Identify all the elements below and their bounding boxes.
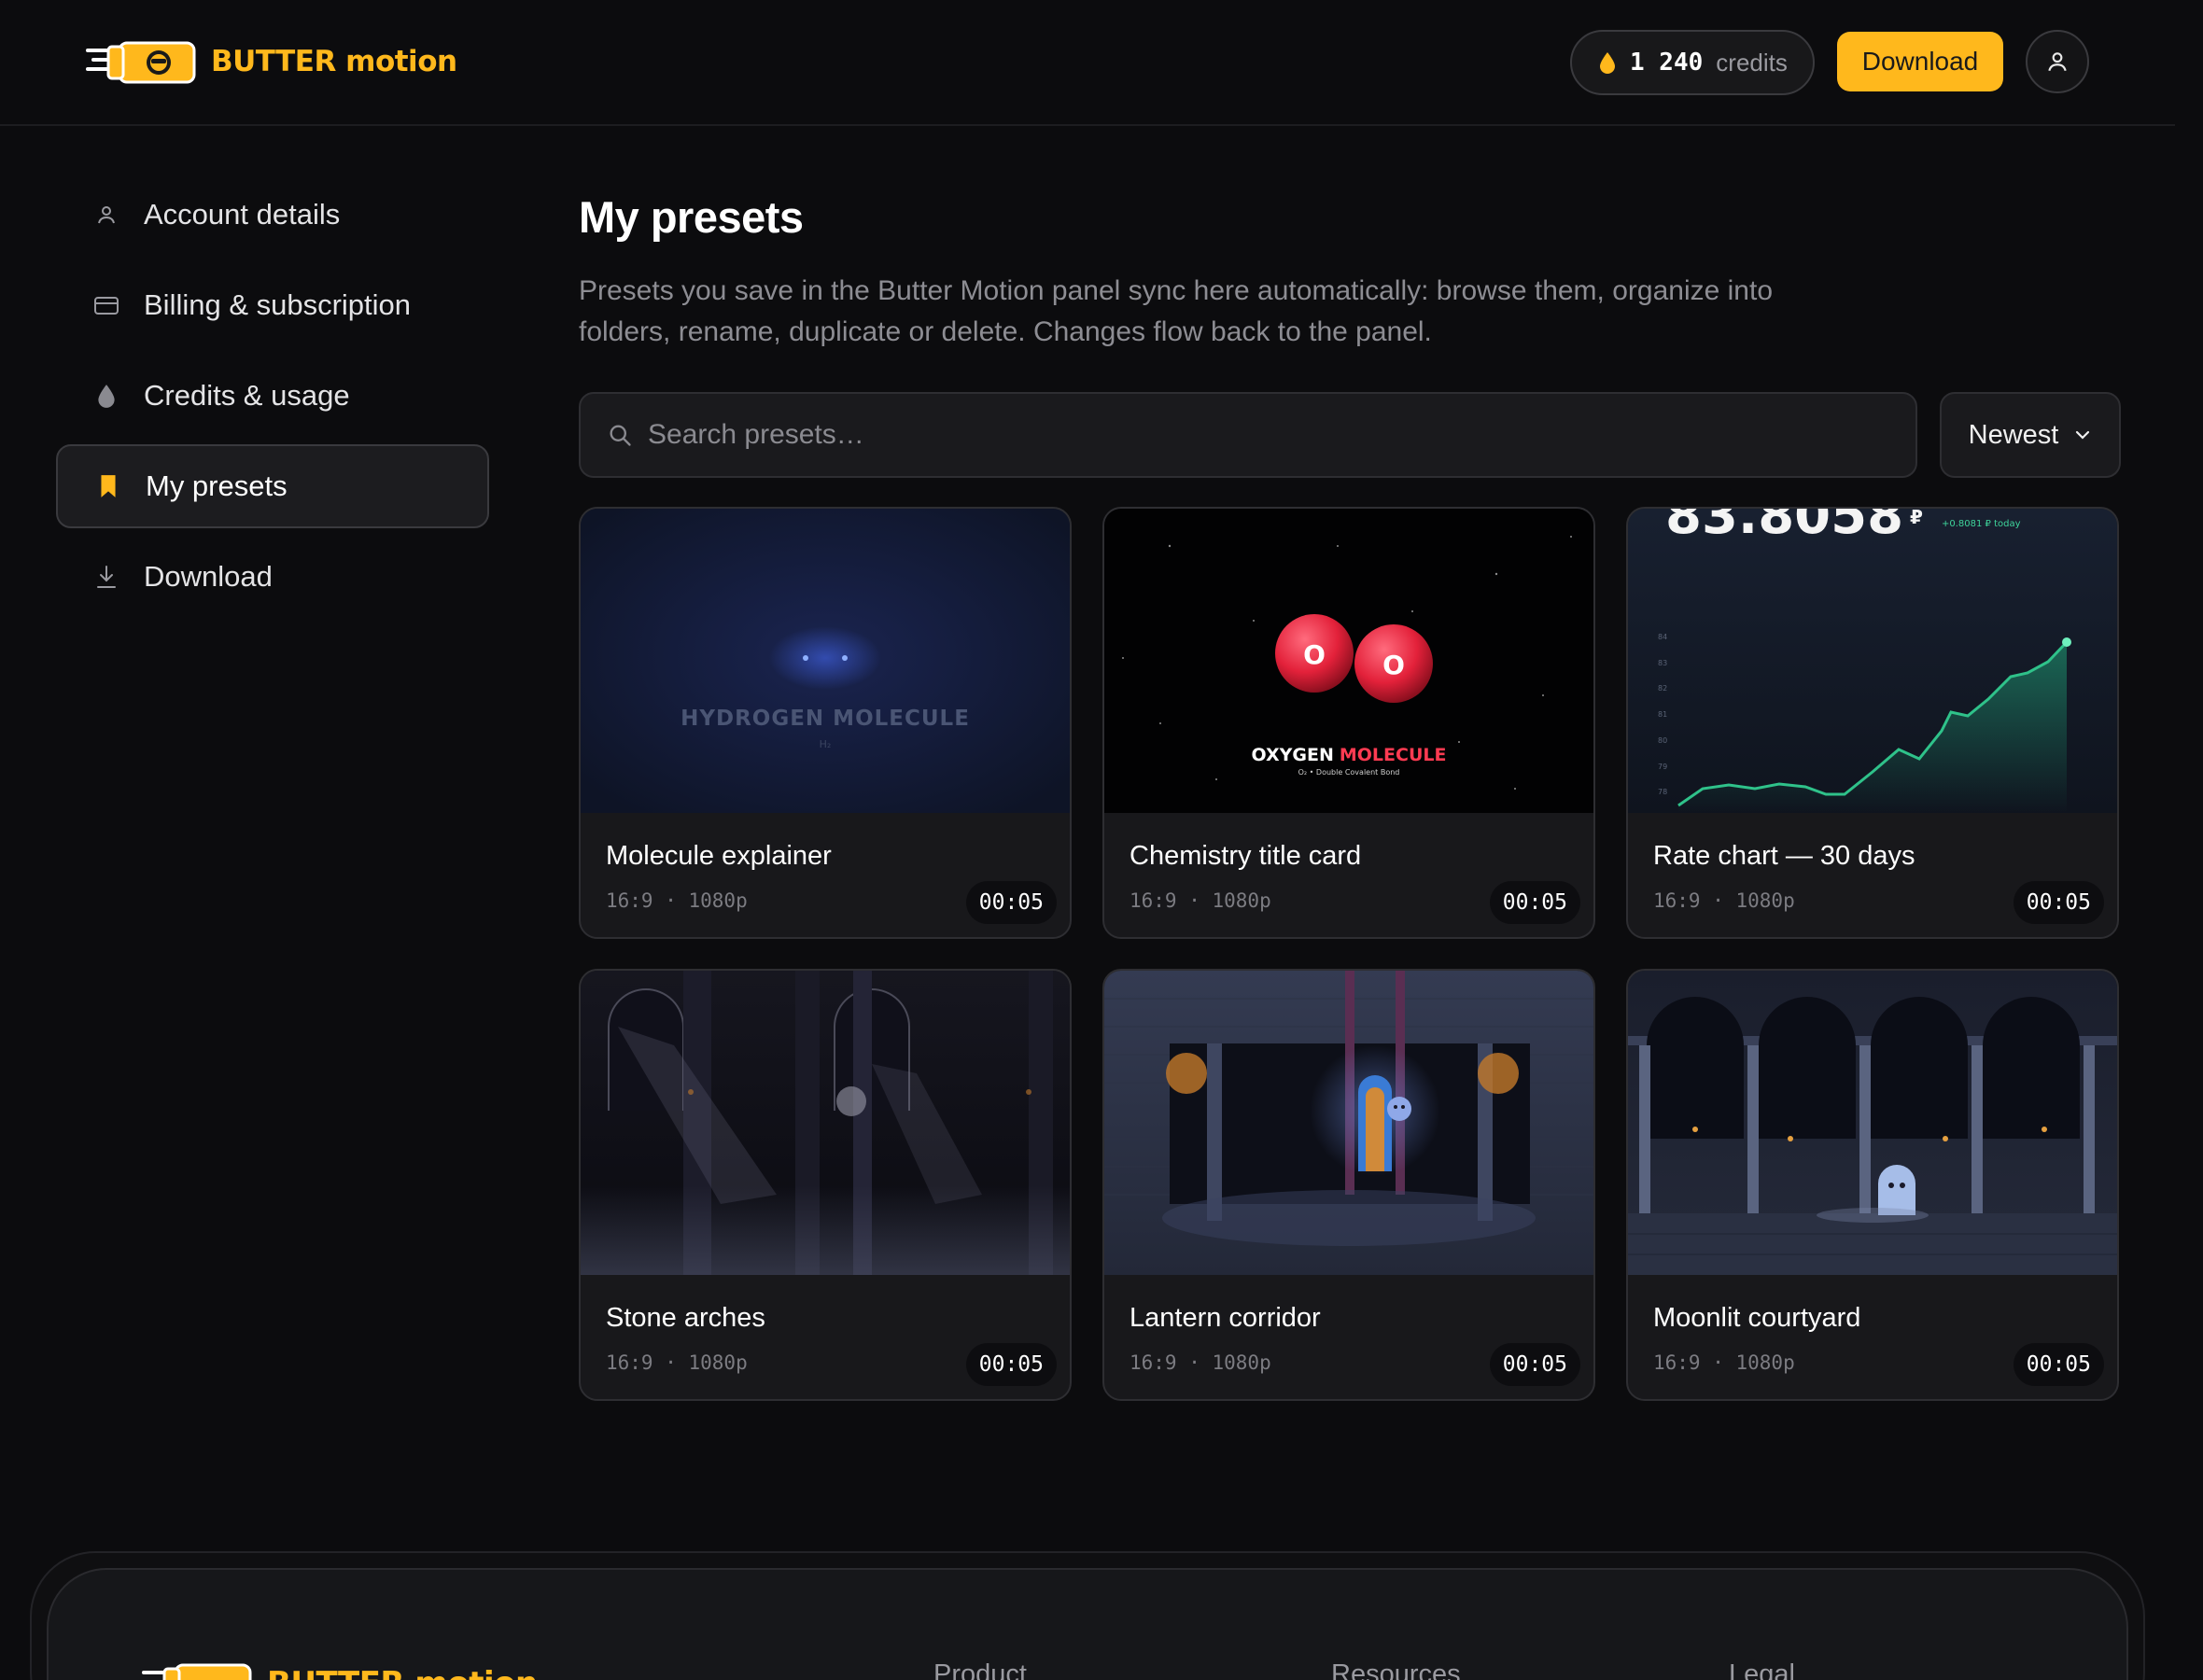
search-bar[interactable] [579,392,1917,478]
sidebar-item-label: My presets [146,469,288,502]
preset-thumbnail [1104,971,1593,1275]
search-row: Newest [579,392,2121,478]
preset-title: Chemistry title card [1130,841,1362,871]
brand-name: BUTTER motion [267,1665,538,1680]
drop-icon [1600,52,1615,74]
preset-card[interactable]: 00:05 Moonlit courtyard 16:9 · 1080p [1626,969,2119,1401]
butter-camera-icon [86,41,196,84]
footer-brand-logo[interactable]: BUTTER motion [142,1659,538,1680]
duration-badge: 00:05 [1489,881,1580,924]
sidebar-item-label: Download [144,560,273,593]
thumb-currency: ₽ [1910,509,1923,528]
brand-name: BUTTER motion [211,45,457,78]
sidebar-item-download[interactable]: Download [56,535,489,619]
drop-icon [88,377,125,414]
duration-badge: 00:05 [965,1343,1057,1386]
footer-column-product: Product [933,1659,1027,1680]
user-icon [2048,52,2067,72]
download-icon [88,558,125,595]
preset-title: Stone arches [606,1303,765,1333]
credits-label: credits [1716,48,1788,77]
thumb-change: +0.8081 ₽ today [1942,519,2021,529]
footer-column-resources: Resources [1331,1659,1461,1680]
top-header: BUTTER motion 1 240 credits Download [0,0,2175,126]
sort-label: Newest [1968,419,2059,450]
thumb-title-a: OXYGEN [1252,745,1334,765]
footer-column-legal: Legal [1729,1659,1795,1680]
butter-camera-icon [142,1663,252,1680]
sidebar-nav: Account details Billing & subscription C… [56,173,489,625]
user-icon [88,196,125,233]
preset-card[interactable]: HYDROGEN MOLECULE H₂ 00:05 Molecule expl… [579,507,1072,939]
credits-badge[interactable]: 1 240 credits [1570,30,1815,95]
search-icon [610,425,631,446]
axis-label: 78 [1658,788,1667,796]
duration-badge: 00:05 [2013,1343,2104,1386]
preset-meta: 16:9 · 1080p [1130,1351,1271,1374]
axis-label: 80 [1658,736,1667,745]
preset-title: Lantern corridor [1130,1303,1321,1333]
sidebar-item-label: Account details [144,198,341,231]
chevron-down-icon [2076,430,2090,440]
atom-label: O [1382,650,1405,680]
axis-label: 83 [1658,659,1667,667]
thumb-value: 83.8058 [1665,509,1903,546]
preset-card[interactable]: 83.8058 ₽ +0.8081 ₽ today 84 83 82 81 80… [1626,507,2119,939]
preset-thumbnail [581,971,1070,1275]
sidebar-item-credits-usage[interactable]: Credits & usage [56,354,489,438]
brand-logo[interactable]: BUTTER motion [86,34,457,90]
duration-badge: 00:05 [1489,1343,1580,1386]
axis-label: 84 [1658,633,1667,641]
preset-meta: 16:9 · 1080p [606,889,748,912]
duration-badge: 00:05 [2013,881,2104,924]
preset-meta: 16:9 · 1080p [606,1351,748,1374]
preset-title: Molecule explainer [606,841,832,871]
page-description: Presets you save in the Butter Motion pa… [579,275,1773,347]
axis-label: 81 [1658,710,1667,719]
preset-card[interactable]: 00:05 Stone arches 16:9 · 1080p [579,969,1072,1401]
sort-dropdown[interactable]: Newest [1940,392,2121,478]
preset-meta: 16:9 · 1080p [1130,889,1271,912]
preset-thumbnail [1628,971,2117,1275]
thumb-subtitle: H₂ [820,738,832,750]
preset-thumbnail: HYDROGEN MOLECULE H₂ [581,509,1070,813]
thumb-subtitle: O₂ • Double Covalent Bond [1298,768,1400,777]
card-icon [88,287,125,324]
duration-badge: 00:05 [965,881,1057,924]
sidebar-item-label: Credits & usage [144,379,350,412]
bookmark-icon [90,468,127,505]
preset-card[interactable]: 00:05 Lantern corridor 16:9 · 1080p [1102,969,1595,1401]
preset-thumbnail: O O OXYGEN MOLECULE O₂ • Double Covalent … [1104,509,1593,813]
svg-text:OXYGENMOLECULE: OXYGEN MOLECULE [1252,745,1447,765]
thumb-title-b: MOLECULE [1340,745,1447,765]
preset-title: Rate chart — 30 days [1653,841,1915,871]
axis-label: 79 [1658,763,1667,771]
download-button[interactable]: Download [1837,32,2003,91]
sidebar-item-billing[interactable]: Billing & subscription [56,263,489,347]
main-content: My presets Presets you save in the Butte… [579,191,2121,1401]
atom-label: O [1303,639,1326,670]
sidebar-item-my-presets[interactable]: My presets [56,444,489,528]
preset-meta: 16:9 · 1080p [1653,1351,1795,1374]
account-avatar-button[interactable] [2026,30,2089,93]
preset-meta: 16:9 · 1080p [1653,889,1795,912]
credits-amount: 1 240 [1630,49,1704,77]
preset-title: Moonlit courtyard [1653,1303,1861,1333]
page-title: My presets [579,192,804,242]
search-input[interactable] [648,419,1861,451]
preset-card[interactable]: O O OXYGEN MOLECULE O₂ • Double Covalent … [1102,507,1595,939]
preset-thumbnail: 83.8058 ₽ +0.8081 ₽ today 84 83 82 81 80… [1628,509,2117,813]
axis-label: 82 [1658,684,1667,693]
sidebar-item-label: Billing & subscription [144,288,412,321]
thumb-title: HYDROGEN MOLECULE [681,707,970,731]
sidebar-item-account-details[interactable]: Account details [56,173,489,257]
